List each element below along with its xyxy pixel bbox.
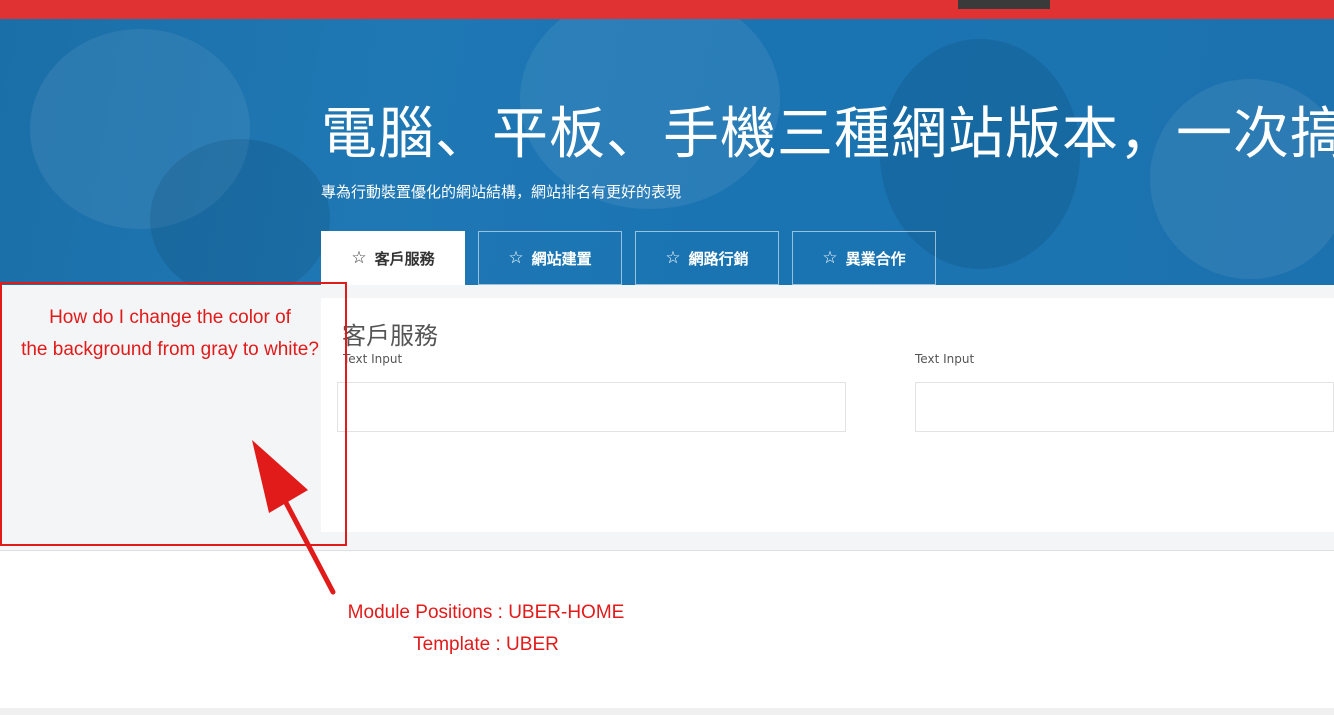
annotation-module-position: Module Positions : UBER-HOME bbox=[347, 602, 625, 623]
annotation-note: Module Positions : UBER-HOME Template : … bbox=[326, 597, 646, 661]
annotation-template: Template : UBER bbox=[413, 634, 559, 655]
annotation-arrow-icon bbox=[252, 440, 336, 595]
